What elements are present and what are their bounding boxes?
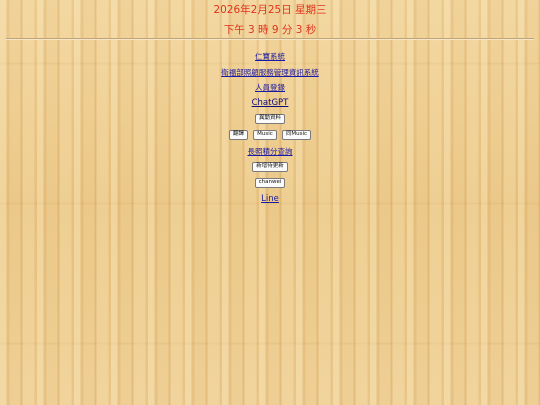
change-data-button[interactable]: 異動資料 xyxy=(254,113,285,124)
tong-music-button[interactable]: 同Music xyxy=(281,129,311,140)
link-chatgpt[interactable]: ChatGPT xyxy=(252,98,289,108)
translate-button[interactable]: 翻譯 xyxy=(228,129,248,140)
link-ltc-points[interactable]: 長照積分查詢 xyxy=(248,147,293,156)
link-line[interactable]: Line xyxy=(261,194,279,204)
add-pending-update-button[interactable]: 新增待更新 xyxy=(252,161,288,172)
date-display: 2026年2月25日 星期三 xyxy=(213,4,327,16)
menu-row-4: ChatGPT xyxy=(0,90,540,109)
time-display: 下午 3 時 9 分 3 秒 xyxy=(223,24,317,36)
divider xyxy=(6,38,534,40)
menu-row-10: Line xyxy=(0,186,540,205)
music-button[interactable]: Music xyxy=(253,129,277,140)
